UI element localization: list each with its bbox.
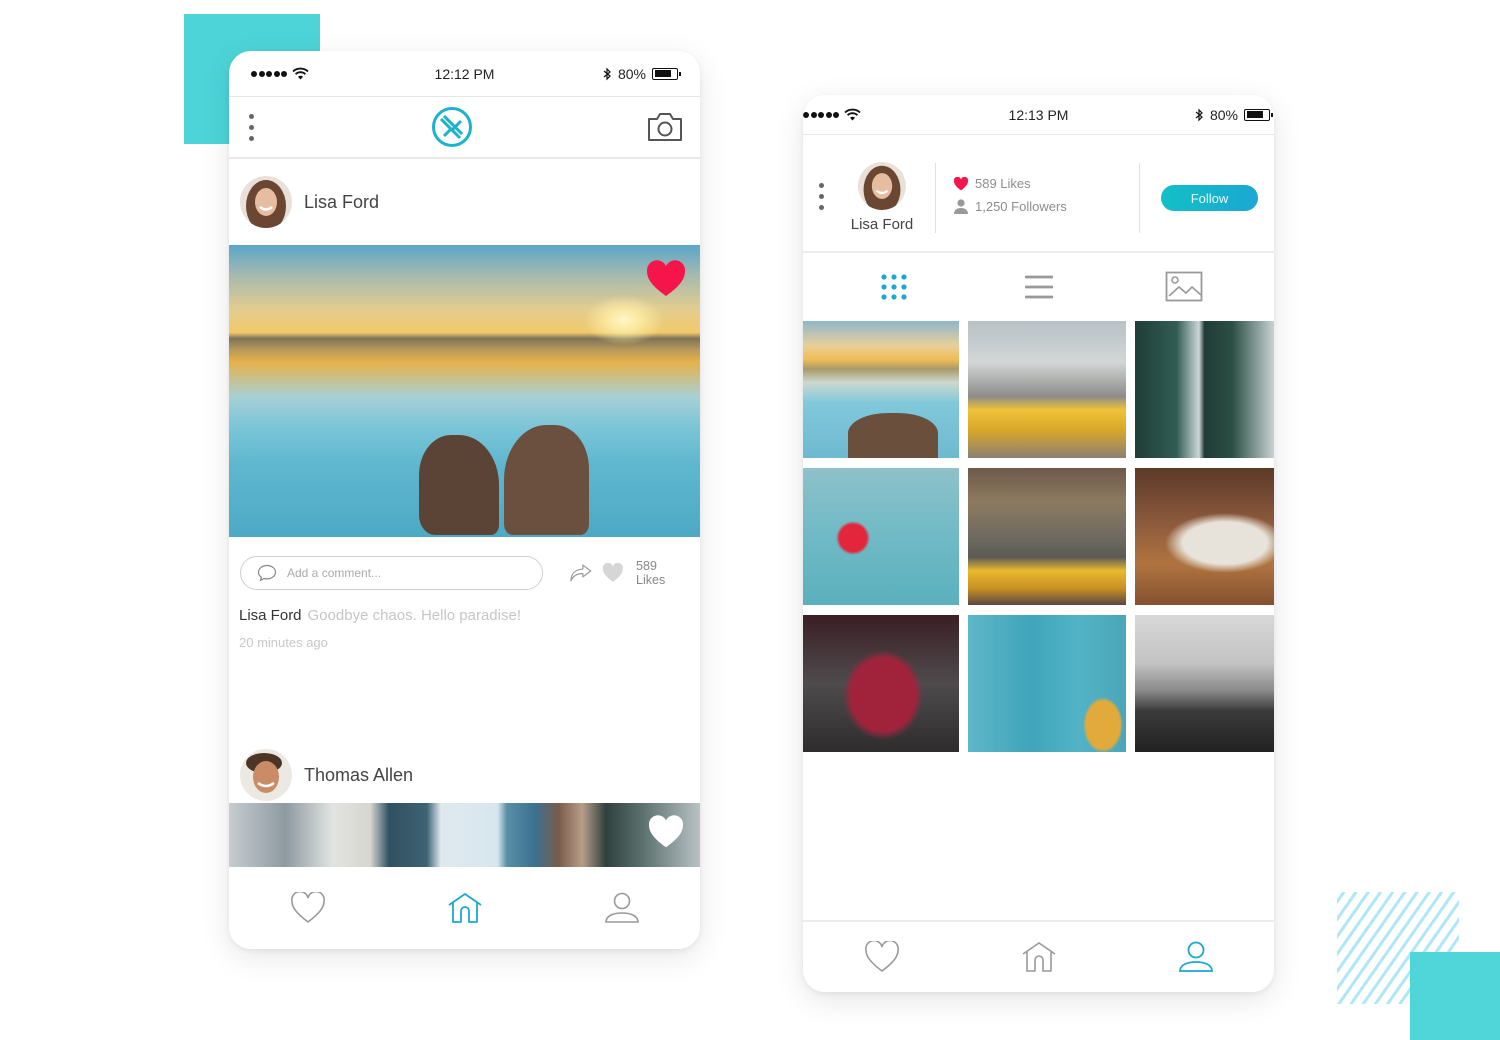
post-timestamp: 20 minutes ago xyxy=(239,635,328,650)
caption-text: Goodbye chaos. Hello paradise! xyxy=(307,607,521,624)
photo-thumbnail[interactable] xyxy=(968,615,1126,752)
user-filled-icon xyxy=(954,199,968,214)
heart-white-icon[interactable] xyxy=(648,815,684,849)
divider xyxy=(935,163,936,233)
post-caption: Lisa Ford Goodbye chaos. Hello paradise! xyxy=(229,605,700,627)
photo-thumbnail[interactable] xyxy=(803,468,959,605)
status-time: 12:12 PM xyxy=(434,65,495,82)
rock xyxy=(419,435,499,535)
profile-screen: 12:13 PM 80% Lisa Ford 589 Likes 1,250 F… xyxy=(803,95,1274,992)
app-logo-icon[interactable] xyxy=(431,106,473,148)
signal-dots-icon xyxy=(251,70,287,77)
follow-button[interactable]: Follow xyxy=(1161,185,1258,211)
battery-icon xyxy=(1244,108,1273,121)
photo-grid xyxy=(803,321,1274,752)
post-image[interactable] xyxy=(229,245,700,537)
avatar[interactable] xyxy=(240,749,292,801)
more-vertical-icon[interactable] xyxy=(815,179,828,214)
heart-grey-icon[interactable] xyxy=(602,563,624,583)
author-name[interactable]: Thomas Allen xyxy=(304,765,413,786)
app-header xyxy=(229,97,700,159)
comment-field[interactable] xyxy=(240,556,543,590)
status-time: 12:13 PM xyxy=(1008,106,1069,123)
photo-thumbnail[interactable] xyxy=(1135,468,1274,605)
battery-level xyxy=(654,70,672,77)
list-icon xyxy=(1024,275,1053,299)
avatar[interactable] xyxy=(240,176,292,228)
nav-profile[interactable] xyxy=(592,883,652,933)
battery-percent: 80% xyxy=(617,65,646,82)
heart-filled-icon[interactable] xyxy=(646,260,686,298)
home-icon xyxy=(1022,942,1055,972)
tab-grid[interactable] xyxy=(864,267,924,307)
photo-thumbnail[interactable] xyxy=(968,321,1126,458)
status-bar: 12:12 PM 80% xyxy=(229,51,700,97)
battery-icon xyxy=(652,67,681,80)
nav-profile[interactable] xyxy=(1166,932,1226,982)
user-icon xyxy=(1178,941,1213,972)
image-icon xyxy=(1165,271,1202,302)
bluetooth-icon xyxy=(1195,108,1203,121)
photo-thumbnail[interactable] xyxy=(968,468,1126,605)
grid-icon xyxy=(880,274,907,300)
photo-thumbnail[interactable] xyxy=(803,615,959,752)
likes-count: 589 Likes xyxy=(975,176,1031,191)
post-actions: 589 Likes xyxy=(229,537,700,609)
rock xyxy=(504,425,589,535)
photo-thumbnail[interactable] xyxy=(1135,321,1274,458)
post-image[interactable] xyxy=(229,803,700,867)
battery-level xyxy=(1246,111,1264,118)
followers-count[interactable]: 1,250 Followers xyxy=(975,199,1067,214)
bottom-nav xyxy=(803,920,1274,992)
nav-home[interactable] xyxy=(435,883,495,933)
post-author[interactable]: Lisa Ford xyxy=(229,159,700,245)
avatar[interactable] xyxy=(858,162,906,210)
decorative-square-bottom-right xyxy=(1410,952,1500,1040)
more-vertical-icon[interactable] xyxy=(245,110,258,145)
divider xyxy=(1139,163,1140,233)
bluetooth-icon xyxy=(603,67,611,80)
camera-icon[interactable] xyxy=(646,111,684,143)
tab-list[interactable] xyxy=(1009,267,1069,307)
profile-identity: Lisa Ford xyxy=(850,162,914,233)
profile-name: Lisa Ford xyxy=(850,216,914,233)
nav-home[interactable] xyxy=(1009,932,1069,982)
tab-media[interactable] xyxy=(1154,267,1214,307)
caption-author[interactable]: Lisa Ford xyxy=(239,607,302,624)
nav-likes[interactable] xyxy=(278,883,338,933)
heart-filled-icon xyxy=(953,176,969,190)
wifi-icon xyxy=(292,67,309,80)
profile-stats: 589 Likes 1,250 Followers xyxy=(953,176,1067,214)
home-icon xyxy=(447,893,482,923)
signal-dots-icon xyxy=(803,111,839,118)
wifi-icon xyxy=(844,108,861,121)
likes-count: 589 Likes xyxy=(636,559,666,587)
comment-input[interactable] xyxy=(287,566,527,580)
heart-outline-icon xyxy=(290,892,325,924)
photo-thumbnail[interactable] xyxy=(1135,615,1274,752)
view-tabs xyxy=(803,253,1274,321)
user-icon xyxy=(604,892,639,923)
nav-likes[interactable] xyxy=(852,932,912,982)
battery-percent: 80% xyxy=(1209,106,1238,123)
bottom-nav xyxy=(229,867,700,949)
share-icon[interactable] xyxy=(569,563,593,583)
photo-thumbnail[interactable] xyxy=(803,321,959,458)
profile-header: Lisa Ford 589 Likes 1,250 Followers Foll… xyxy=(803,135,1274,253)
comment-bubble-icon xyxy=(257,564,277,582)
author-name[interactable]: Lisa Ford xyxy=(304,192,379,213)
status-bar: 12:13 PM 80% xyxy=(803,95,1274,135)
feed-screen: 12:12 PM 80% Lisa Ford Add a comment... … xyxy=(229,51,700,949)
heart-outline-icon xyxy=(864,941,899,973)
